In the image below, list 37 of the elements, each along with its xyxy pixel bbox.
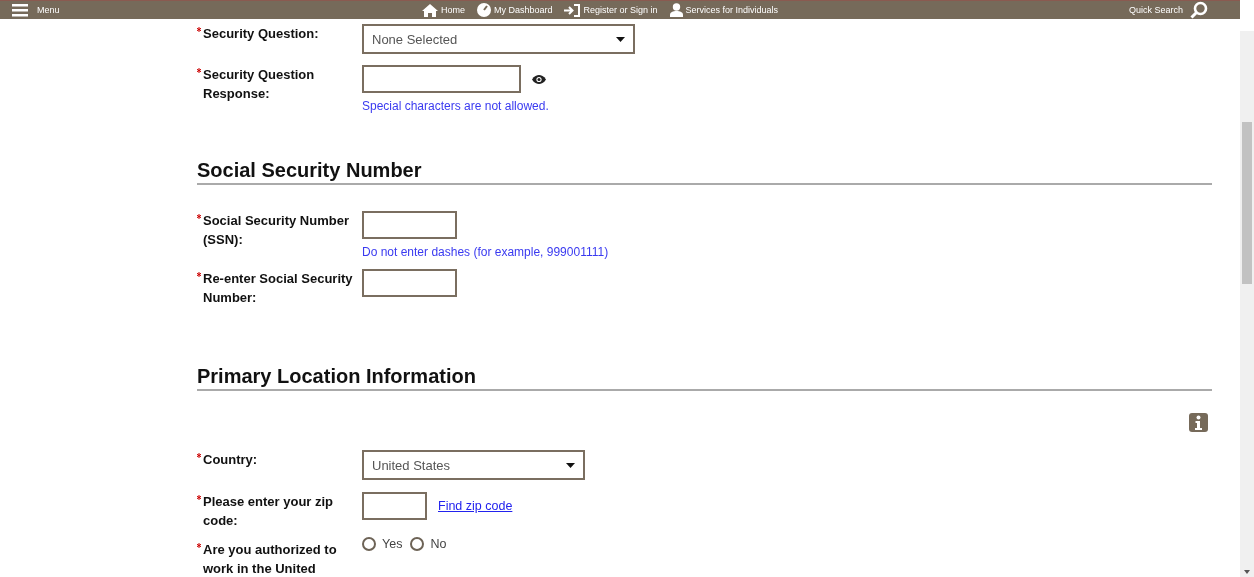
caret-icon bbox=[616, 36, 625, 42]
field-label: Are you authorized to work in the United bbox=[203, 541, 338, 577]
person-icon bbox=[669, 3, 683, 17]
hint-text: Do not enter dashes (for example, 999001111) bbox=[362, 245, 609, 259]
quick-search-label[interactable]: Quick Search bbox=[1128, 5, 1183, 15]
hint-text: Special characters are not allowed. bbox=[362, 99, 549, 113]
input-field[interactable] bbox=[362, 492, 427, 520]
input-field[interactable] bbox=[362, 211, 457, 239]
info-icon[interactable] bbox=[1189, 413, 1208, 432]
home-icon bbox=[421, 3, 438, 17]
field-label: Security Question: bbox=[203, 25, 320, 43]
nav-link[interactable]: My Dashboard bbox=[476, 3, 553, 17]
input-field[interactable] bbox=[362, 65, 521, 93]
field-label: Please enter your zip code: bbox=[203, 493, 335, 530]
sign-in-icon bbox=[564, 3, 581, 17]
section-heading: Social Security Number bbox=[197, 159, 1212, 185]
menu-label[interactable]: Menu bbox=[37, 5, 60, 15]
nav-link[interactable]: Services for Individuals bbox=[669, 3, 779, 17]
field-label: Social Security Number (SSN): bbox=[203, 212, 350, 249]
scrollbar-thumb[interactable] bbox=[1242, 122, 1252, 284]
radio-option[interactable]: No bbox=[410, 537, 447, 551]
caret-icon bbox=[566, 462, 575, 468]
dropdown[interactable]: None Selected bbox=[362, 24, 635, 54]
scroll-down-icon[interactable] bbox=[1244, 570, 1250, 574]
eye-icon[interactable] bbox=[532, 74, 546, 84]
radio-option[interactable]: Yes bbox=[362, 537, 403, 551]
find-zip-link[interactable]: Find zip code bbox=[438, 499, 513, 513]
search-icon[interactable] bbox=[1190, 1, 1208, 19]
nav-link[interactable]: Register or Sign in bbox=[564, 3, 658, 17]
input-field[interactable] bbox=[362, 269, 457, 297]
nav-link[interactable]: Home bbox=[421, 3, 465, 17]
menu-icon[interactable] bbox=[12, 3, 28, 17]
field-label: Security Question Response: bbox=[203, 66, 316, 103]
section-heading: Primary Location Information bbox=[197, 365, 1212, 391]
field-label: Country: bbox=[203, 451, 259, 469]
dropdown[interactable]: United States bbox=[362, 450, 585, 480]
field-label: Re-enter Social Security Number: bbox=[203, 270, 353, 307]
